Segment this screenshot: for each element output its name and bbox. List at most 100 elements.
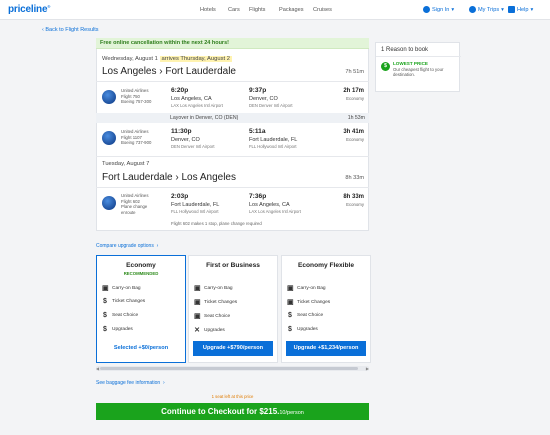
nav-hotels[interactable]: Hotels (200, 7, 216, 13)
scroll-right-icon[interactable]: ▶ (366, 366, 369, 371)
fare-card-first-business[interactable]: First or Business ▣ Carry-on Bag ▣ Ticket … (188, 255, 278, 363)
cabin-class: Economy (346, 202, 364, 207)
sign-in-link[interactable]: Sign In ▾ (423, 6, 454, 13)
feature-upgrades: $ Upgrades (102, 326, 133, 333)
departure-city: Denver, CO (171, 137, 200, 143)
scrollbar-thumb[interactable] (100, 367, 358, 370)
divider (96, 156, 369, 157)
lowest-price-text: Our cheapest flight to your destination. (393, 67, 444, 78)
user-icon (423, 6, 430, 13)
my-trips-link[interactable]: My Trips ▾ (469, 6, 504, 13)
outbound-duration: 7h 51m (345, 69, 364, 75)
departure-time: 2:03p (171, 193, 189, 200)
dollar-icon: $ (288, 326, 292, 333)
aircraft-type: Plane change (121, 204, 148, 210)
back-to-results-link[interactable]: ‹ Back to Flight Results (42, 27, 99, 33)
baggage-fee-info-link[interactable]: See baggage fee information › (96, 380, 165, 386)
feature-label: Ticket Changes (297, 299, 331, 305)
sign-in-label: Sign In (432, 6, 450, 13)
help-icon (508, 6, 515, 13)
reason-to-book-card: 1 Reason to book $ LOWEST PRICE Our chea… (375, 42, 461, 92)
compare-link-label: Compare upgrade options (96, 243, 154, 249)
airline-name: United Airlines (121, 129, 149, 134)
departure-airport: LAX Los Angeles Intl Airport (171, 103, 223, 108)
upgrade-economy-flexible-button[interactable]: Upgrade +$1,234/person (286, 341, 366, 356)
aircraft-type-2: enroute (121, 209, 136, 215)
feature-label: Carry-on Bag (204, 285, 233, 291)
nav-cars[interactable]: Cars (228, 7, 240, 13)
reason-title: 1 Reason to book (381, 47, 429, 53)
lowest-price-heading: LOWEST PRICE (393, 61, 428, 66)
nav-cruises[interactable]: Cruises (313, 7, 332, 13)
chevron-down-icon: ▾ (451, 6, 455, 13)
upgrade-first-business-button[interactable]: Upgrade +$790/person (193, 341, 273, 356)
free-cancellation-banner: Free online cancellation within the next… (96, 38, 369, 49)
scroll-left-icon[interactable]: ◀ (96, 366, 99, 371)
united-airlines-logo (102, 131, 116, 145)
arrival-time: 7:36p (249, 193, 267, 200)
arrival-city: Fort Lauderdale, FL (249, 137, 298, 143)
aircraft-type: Boeing 757-300 (121, 99, 152, 105)
feature-label: Upgrades (297, 327, 318, 332)
feature-label: Carry-on Bag (112, 285, 141, 291)
outbound-route: Los Angeles › Fort Lauderdale (102, 66, 236, 77)
aircraft-type: Boeing 737-900 (121, 140, 152, 146)
feature-seat-choice: $ Seat Choice (287, 312, 323, 319)
arrival-time: 5:11a (249, 128, 266, 135)
my-trips-label: My Trips (478, 6, 500, 13)
feature-carry-on: ▣ Carry-on Bag (287, 284, 326, 292)
trips-icon (469, 6, 476, 13)
selected-economy-button[interactable]: Selected +$0/person (101, 341, 181, 356)
dollar-icon: $ (288, 312, 292, 319)
help-link[interactable]: Help ▾ (508, 6, 533, 13)
fare-options-scrollbar[interactable]: ◀ ▶ (96, 366, 369, 371)
airline-name: United Airlines (121, 193, 149, 198)
arrival-airport: DEN Denver Intl Airport (249, 103, 293, 108)
suitcase-icon: ▣ (102, 285, 109, 292)
return-date: Tuesday, August 7 (102, 161, 150, 167)
feature-carry-on: ▣ Carry-on Bag (102, 284, 141, 292)
continue-to-checkout-button[interactable]: Continue to Checkout for $215.10/person (96, 403, 369, 420)
help-label: Help (517, 6, 529, 13)
feature-ticket-changes: $ Ticket Changes (102, 298, 145, 305)
checkout-label: Continue to Checkout for $215. (161, 407, 280, 416)
plane-change-note: Flight 602 makes 1 stop, plane change re… (171, 221, 262, 226)
feature-label: Seat Choice (112, 313, 139, 318)
lowest-price-icon: $ (381, 62, 390, 71)
departure-time: 6:20p (171, 87, 189, 94)
fare-title: Economy (126, 262, 156, 269)
feature-label: Seat Choice (297, 313, 324, 318)
divider (376, 56, 461, 57)
outbound-date: Wednesday, August 1 arrives Thursday, Au… (102, 56, 232, 62)
chevron-right-icon: › (161, 380, 165, 386)
priceline-logo[interactable]: priceline® (8, 4, 50, 15)
compare-upgrade-options-link[interactable]: Compare upgrade options › (96, 243, 158, 249)
layover-location: Layover in Denver, CO (DEN) (170, 115, 239, 121)
arrival-time: 9:37p (249, 87, 267, 94)
segment-duration: 3h 41m (343, 129, 364, 135)
feature-label: Upgrades (204, 327, 225, 333)
arrival-airport: LAX Los Angeles Intl Airport (249, 209, 301, 214)
suitcase-icon: ▣ (194, 285, 201, 292)
arrival-date-highlight: arrives Thursday, August 2 (159, 56, 232, 62)
nav-packages[interactable]: Packages (279, 7, 304, 13)
baggage-link-label: See baggage fee information (96, 380, 161, 386)
nav-flights[interactable]: Flights (249, 7, 265, 13)
fare-card-economy-flexible[interactable]: Economy Flexible ▣ Carry-on Bag ▣ Ticket C… (281, 255, 371, 363)
layover-bar: Layover in Denver, CO (DEN) 1h 53m (96, 113, 369, 123)
feature-seat-choice: ▣ Seat Choice (194, 312, 230, 320)
chevron-right-icon: › (155, 243, 159, 249)
return-route: Fort Lauderdale › Los Angeles (102, 172, 236, 183)
suitcase-icon: ▣ (287, 285, 294, 292)
feature-label: Ticket Changes (112, 299, 146, 304)
outbound-departure-date: Wednesday, August 1 (102, 56, 158, 62)
feature-seat-choice: $ Seat Choice (102, 312, 138, 319)
checkout-price-suffix: 10/person (279, 410, 304, 416)
fare-title: Economy Flexible (297, 262, 355, 269)
feature-label: Upgrades (112, 327, 133, 332)
return-duration: 8h 33m (345, 175, 364, 181)
united-airlines-logo (102, 90, 116, 104)
divider (96, 81, 369, 82)
fare-card-economy[interactable]: Economy RECOMMENDED ▣ Carry-on Bag $ Ticke… (96, 255, 186, 363)
seats-left-notice: 1 seat left at this price (211, 394, 254, 399)
